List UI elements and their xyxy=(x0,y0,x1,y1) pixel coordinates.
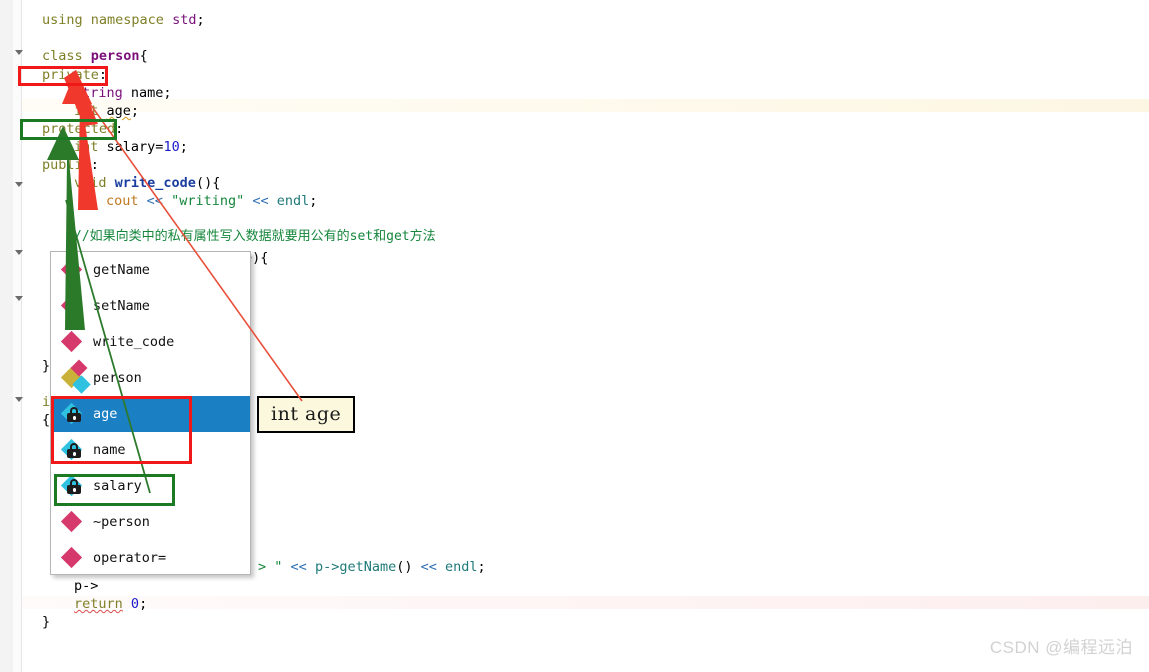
completion-item-setName[interactable]: setName xyxy=(51,288,250,324)
completion-item-label: person xyxy=(93,370,142,386)
protected-field-lock-icon xyxy=(60,474,83,497)
editor-outer-gutter xyxy=(0,0,13,672)
completion-item-label: setName xyxy=(93,298,150,314)
code-line: public: xyxy=(42,157,99,173)
code-line: void write_code(){ xyxy=(74,175,221,191)
completion-item-label: name xyxy=(93,442,126,458)
code-editor[interactable]: using namespace std; class person{ priva… xyxy=(0,0,1149,672)
lock-icon xyxy=(67,443,81,458)
member-completion-popup[interactable]: getName setName write_codeperson age name sal… xyxy=(50,251,251,575)
code-line: } xyxy=(42,614,51,630)
completion-item-person[interactable]: person xyxy=(51,359,250,396)
method-diamond-icon xyxy=(60,258,83,281)
completion-item-salary[interactable]: salary xyxy=(51,468,250,504)
code-line: cout << "writing" << endl; xyxy=(106,193,318,209)
completion-item-getName[interactable]: getName xyxy=(51,252,250,288)
completion-item-label: age xyxy=(93,406,118,422)
code-line: int salary=10; xyxy=(74,139,188,155)
completion-item-name[interactable]: name xyxy=(51,432,250,468)
code-line: class person{ xyxy=(42,48,148,64)
error-line-highlight xyxy=(22,596,1149,609)
code-line: int age; xyxy=(74,103,140,119)
completion-item-label: ~person xyxy=(93,514,150,530)
code-line: using namespace std; xyxy=(42,12,205,28)
code-line: { xyxy=(42,412,51,428)
method-diamond-icon xyxy=(60,330,83,353)
destructor-diamond-icon xyxy=(60,510,83,533)
code-line: private: xyxy=(42,67,108,83)
lock-icon xyxy=(67,479,81,494)
completion-item-label: getName xyxy=(93,262,150,278)
completion-item-label: write_code xyxy=(93,334,175,350)
code-line: string name; xyxy=(74,85,172,101)
code-line: p-> xyxy=(74,578,99,594)
completion-item-person[interactable]: ~person xyxy=(51,504,250,540)
signature-tooltip: int age xyxy=(257,396,356,433)
private-field-lock-icon xyxy=(60,402,83,425)
completion-item-operator[interactable]: operator= xyxy=(51,540,250,574)
completion-item-label: operator= xyxy=(93,550,167,566)
completion-item-label: salary xyxy=(93,478,142,494)
editor-fold-gutter[interactable] xyxy=(13,0,23,672)
completion-item-write_code[interactable]: write_code xyxy=(51,324,250,360)
private-field-lock-icon xyxy=(60,438,83,461)
code-line: return 0; xyxy=(74,596,148,612)
symbol-occurrence-highlight xyxy=(22,99,1149,112)
code-line-comment: //如果向类中的私有属性写入数据就要用公有的set和get方法 xyxy=(74,229,436,244)
csdn-watermark: CSDN @编程远泊 xyxy=(989,638,1133,657)
method-diamond-icon xyxy=(60,294,83,317)
code-line: > " << p->getName() << endl; xyxy=(258,559,486,575)
code-line: protected: xyxy=(42,121,124,137)
operator-diamond-icon xyxy=(60,546,83,569)
completion-item-age[interactable]: age xyxy=(51,396,250,432)
lock-icon xyxy=(67,407,81,422)
